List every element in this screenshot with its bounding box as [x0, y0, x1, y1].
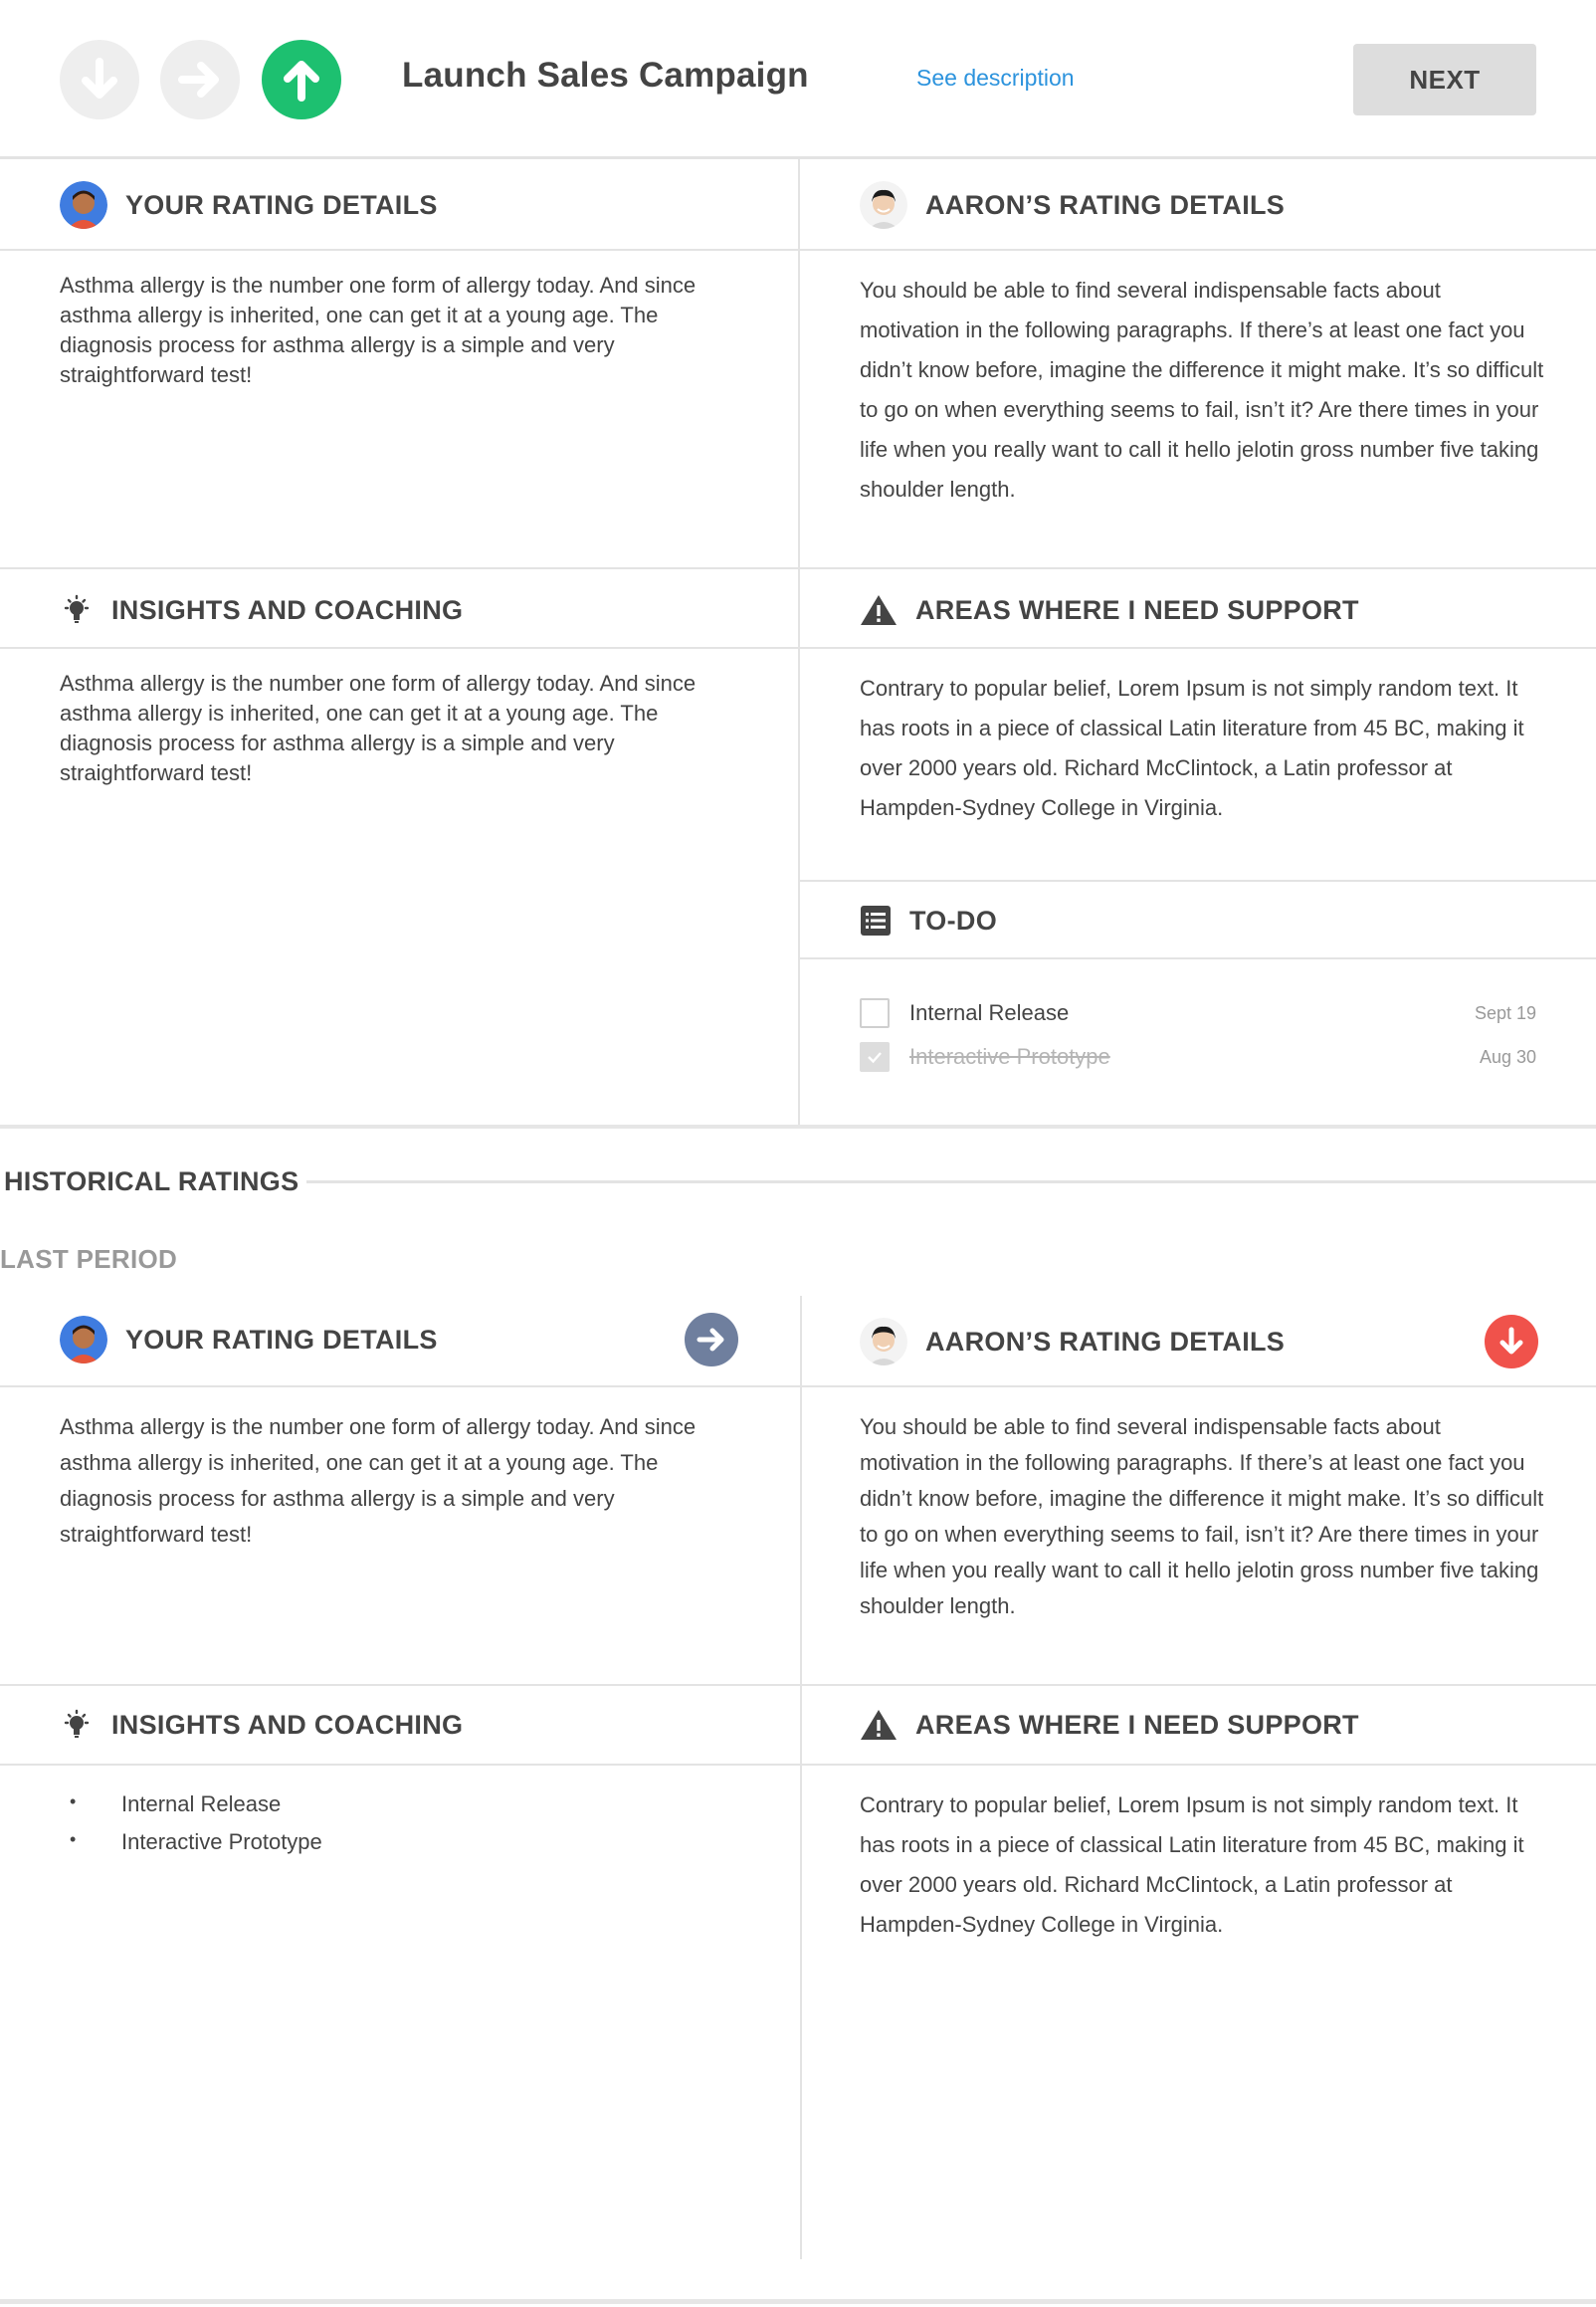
support-title: AREAS WHERE I NEED SUPPORT — [915, 594, 1359, 625]
insights-header: INSIGHTS AND COACHING — [60, 587, 463, 633]
todo-label: Internal Release — [909, 1000, 1070, 1025]
arrow-down-icon — [82, 58, 117, 99]
hist-support-title: AREAS WHERE I NEED SUPPORT — [915, 1709, 1359, 1740]
aaron-rating-header: AARON’S RATING DETAILS — [860, 179, 1285, 231]
hist-your-rating-badge — [685, 1313, 738, 1366]
hist-aaron-rating-title: AARON’S RATING DETAILS — [925, 1326, 1286, 1357]
hist-aaron-rating-header: AARON’S RATING DETAILS — [860, 1316, 1285, 1367]
divider — [800, 1385, 1596, 1387]
hist-your-rating-text: Asthma allergy is the number one form of… — [60, 1414, 697, 1547]
todo-date: Sept 19 — [1474, 1002, 1536, 1023]
column-divider — [798, 159, 800, 1125]
hist-your-rating-header: YOUR RATING DETAILS — [60, 1314, 438, 1365]
rating-down-button[interactable] — [60, 40, 139, 119]
support-header: AREAS WHERE I NEED SUPPORT — [860, 587, 1359, 633]
divider — [0, 1385, 800, 1387]
divider — [0, 647, 798, 649]
hist-aaron-rating-badge — [1485, 1315, 1538, 1368]
divider — [798, 880, 1596, 882]
hist-support-header: AREAS WHERE I NEED SUPPORT — [860, 1702, 1359, 1748]
your-rating-header: YOUR RATING DETAILS — [60, 179, 438, 231]
todo-item[interactable]: Internal Release Sept 19 — [860, 997, 1536, 1029]
see-description-link[interactable]: See description — [916, 65, 1075, 92]
rating-right-button[interactable] — [160, 40, 240, 119]
todo-label: Interactive Prototype — [909, 1044, 1110, 1069]
user-avatar — [60, 1316, 107, 1363]
divider — [798, 647, 1596, 649]
section-bottom-border — [0, 2299, 1596, 2304]
todo-item[interactable]: Interactive Prototype Aug 30 — [860, 1041, 1536, 1073]
aaron-rating-text: You should be able to find several indis… — [860, 278, 1544, 502]
next-button[interactable]: NEXT — [1353, 44, 1536, 115]
insights-text: Asthma allergy is the number one form of… — [60, 671, 697, 785]
divider — [0, 1764, 800, 1766]
divider — [0, 567, 1596, 569]
list-item: Interactive Prototype — [60, 1829, 322, 1867]
lightbulb-icon — [60, 593, 94, 627]
hist-aaron-rating-text: You should be able to find several indis… — [860, 1414, 1544, 1618]
insights-title: INSIGHTS AND COACHING — [111, 594, 464, 625]
hist-insights-title: INSIGHTS AND COACHING — [111, 1709, 464, 1740]
historical-ratings-title: HISTORICAL RATINGS — [4, 1166, 299, 1196]
page-header: Launch Sales Campaign See description NE… — [0, 0, 1596, 159]
aaron-rating-title: AARON’S RATING DETAILS — [925, 189, 1286, 220]
section-bottom-border — [0, 1125, 1596, 1129]
support-text: Contrary to popular belief, Lorem Ipsum … — [860, 676, 1524, 820]
lightbulb-icon — [60, 1708, 94, 1742]
column-divider — [800, 1296, 802, 2259]
list-item: Internal Release — [60, 1791, 322, 1829]
todo-date: Aug 30 — [1479, 1046, 1536, 1067]
warning-icon — [860, 1708, 898, 1742]
list-icon — [860, 905, 892, 937]
warning-icon — [860, 593, 898, 627]
arrow-right-icon — [178, 62, 219, 98]
aaron-avatar — [860, 1318, 907, 1365]
hist-support-text: Contrary to popular belief, Lorem Ipsum … — [860, 1792, 1524, 1937]
todo-checkbox[interactable] — [860, 998, 890, 1028]
hist-insights-list: Internal Release Interactive Prototype — [60, 1791, 322, 1867]
hist-insights-header: INSIGHTS AND COACHING — [60, 1702, 463, 1748]
arrow-down-icon — [1499, 1327, 1523, 1355]
your-rating-text: Asthma allergy is the number one form of… — [60, 273, 697, 387]
divider — [800, 1764, 1596, 1766]
divider — [306, 1180, 1596, 1183]
page-title: Launch Sales Campaign — [402, 56, 809, 95]
user-avatar — [60, 181, 107, 229]
divider — [0, 249, 798, 251]
aaron-avatar — [860, 181, 907, 229]
hist-your-rating-title: YOUR RATING DETAILS — [125, 1324, 438, 1355]
divider — [0, 1684, 1596, 1686]
todo-header: TO-DO — [860, 898, 997, 944]
todo-checkbox[interactable] — [860, 1042, 890, 1072]
period-label: LAST PERIOD — [0, 1244, 178, 1274]
arrow-up-icon — [284, 61, 319, 102]
divider — [798, 957, 1596, 959]
rating-up-button[interactable] — [262, 40, 341, 119]
divider — [798, 249, 1596, 251]
checkmark-icon — [868, 1052, 882, 1064]
your-rating-title: YOUR RATING DETAILS — [125, 189, 438, 220]
todo-title: TO-DO — [909, 905, 997, 936]
arrow-right-icon — [697, 1328, 724, 1352]
